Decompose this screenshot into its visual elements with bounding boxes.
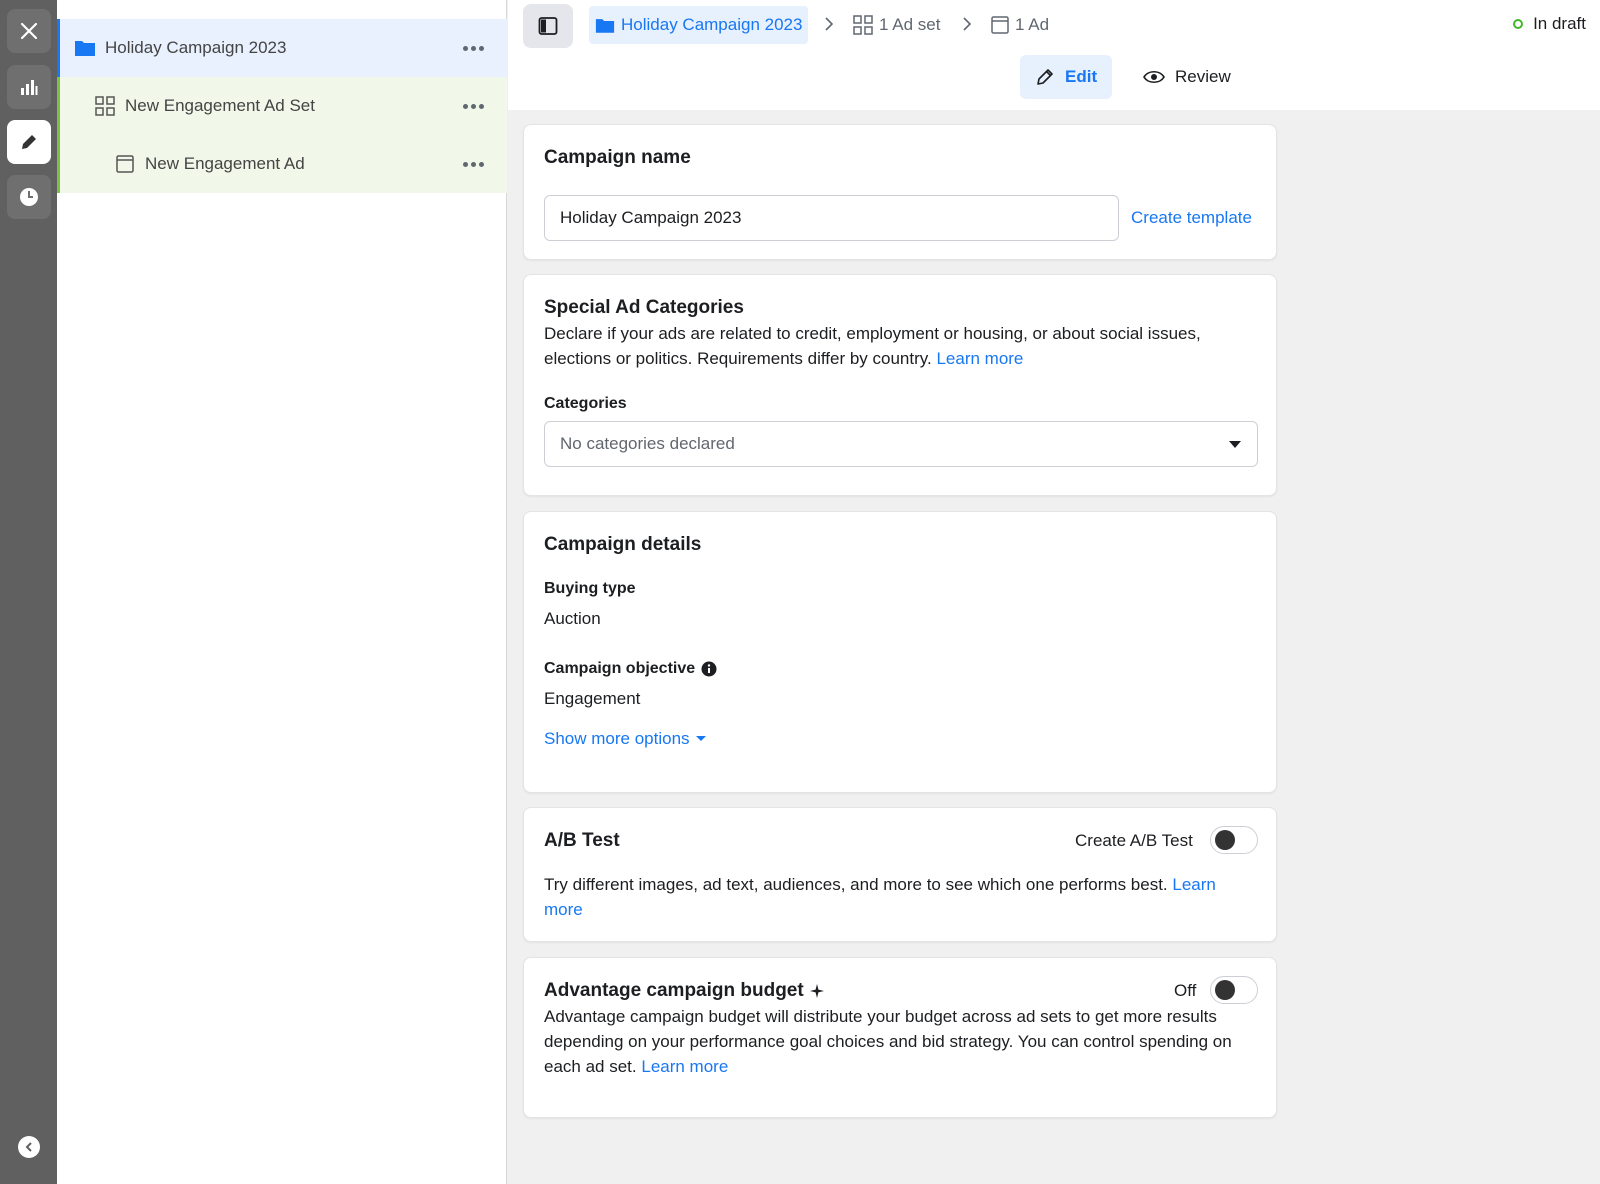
ad-window-icon xyxy=(991,16,1009,34)
buying-type-value: Auction xyxy=(544,609,601,628)
folder-icon xyxy=(74,39,96,57)
status-label: In draft xyxy=(1533,14,1586,33)
sparkle-icon xyxy=(809,984,824,998)
eye-icon xyxy=(1143,70,1165,84)
more-options-icon[interactable] xyxy=(458,154,488,174)
campaign-details-title: Campaign details xyxy=(544,534,702,555)
campaign-name-title: Campaign name xyxy=(544,147,691,168)
pencil-icon xyxy=(22,135,36,149)
more-options-icon[interactable] xyxy=(458,38,488,58)
learn-more-link[interactable]: Learn xyxy=(1172,875,1215,894)
advantage-budget-toggle[interactable] xyxy=(1210,976,1258,1004)
info-icon[interactable] xyxy=(701,661,717,677)
advantage-toggle-label: Off xyxy=(1174,981,1197,1000)
ab-test-description: Try different images, ad text, audiences… xyxy=(544,872,1258,922)
breadcrumb-ad[interactable]: 1 Ad xyxy=(991,6,1049,44)
campaign-objective-label-wrap: Campaign objective xyxy=(544,660,717,678)
breadcrumb-campaign-label: Holiday Campaign 2023 xyxy=(621,15,803,34)
campaign-name-input[interactable]: Holiday Campaign 2023 xyxy=(544,195,1119,241)
bar-chart-icon xyxy=(21,80,38,95)
reporting-button[interactable] xyxy=(7,65,51,109)
more-options-icon[interactable] xyxy=(458,96,488,116)
advantage-desc-line2: depending on your performance goal choic… xyxy=(544,1032,1232,1051)
campaign-details-card: Campaign details Buying type Auction Cam… xyxy=(523,511,1277,793)
pencil-icon xyxy=(1037,69,1053,85)
breadcrumb-adset[interactable]: 1 Ad set xyxy=(853,6,940,44)
tab-review-label: Review xyxy=(1175,67,1231,86)
advantage-title-wrap: Advantage campaign budget xyxy=(544,980,824,1002)
left-rail xyxy=(0,0,57,1184)
campaign-objective-label: Campaign objective xyxy=(544,660,696,677)
tree-item-campaign[interactable]: Holiday Campaign 2023 xyxy=(57,19,507,77)
learn-more-link[interactable]: Learn more xyxy=(641,1057,728,1076)
categories-select[interactable]: No categories declared xyxy=(544,421,1258,467)
tab-edit[interactable]: Edit xyxy=(1020,55,1113,99)
advantage-desc-line1: Advantage campaign budget will distribut… xyxy=(544,1007,1217,1026)
history-button[interactable] xyxy=(7,175,51,219)
show-more-options-label: Show more options xyxy=(544,729,690,748)
campaign-name-value: Holiday Campaign 2023 xyxy=(560,208,742,227)
chevron-left-icon xyxy=(25,1142,32,1152)
breadcrumb-campaign[interactable]: Holiday Campaign 2023 xyxy=(589,6,809,44)
caret-down-icon xyxy=(695,735,706,741)
tree-item-label: New Engagement Ad xyxy=(145,154,305,173)
tab-review[interactable]: Review xyxy=(1128,55,1246,99)
breadcrumb-adset-label: 1 Ad set xyxy=(879,15,941,34)
advantage-budget-title: Advantage campaign budget xyxy=(544,980,804,1001)
create-template-link[interactable]: Create template xyxy=(1131,205,1252,230)
campaign-tree: Holiday Campaign 2023 New Engagement Ad … xyxy=(57,0,507,1184)
ab-test-toggle-label: Create A/B Test xyxy=(1075,831,1193,850)
ab-test-card: A/B Test Create A/B Test Try different i… xyxy=(523,807,1277,942)
chevron-right-icon xyxy=(962,16,972,37)
advantage-desc-line3-wrap: each ad set. Learn more xyxy=(544,1054,1232,1079)
tree-item-ad[interactable]: New Engagement Ad xyxy=(57,135,507,193)
learn-more-link[interactable]: Learn more xyxy=(936,349,1023,368)
special-ad-desc-line1: Declare if your ads are related to credi… xyxy=(544,324,1201,343)
advantage-desc-line3: each ad set. xyxy=(544,1057,637,1076)
folder-icon xyxy=(595,18,615,33)
campaign-objective-value: Engagement xyxy=(544,689,641,708)
caret-down-icon xyxy=(1229,441,1241,448)
advantage-budget-card: Advantage campaign budget Off Advantage … xyxy=(523,957,1277,1118)
ab-test-desc-text: Try different images, ad text, audiences… xyxy=(544,875,1168,894)
status-badge: In draft xyxy=(1513,14,1586,34)
special-ad-desc-line2-wrap: elections or politics. Requirements diff… xyxy=(544,346,1201,371)
learn-more-link-cont[interactable]: more xyxy=(544,900,583,919)
advantage-description: Advantage campaign budget will distribut… xyxy=(544,1004,1232,1079)
grid-icon xyxy=(853,15,873,35)
special-ad-categories-card: Special Ad Categories Declare if your ad… xyxy=(523,274,1277,496)
special-ad-title: Special Ad Categories xyxy=(544,297,744,318)
close-icon xyxy=(20,22,38,40)
categories-label: Categories xyxy=(544,395,627,412)
close-button[interactable] xyxy=(7,9,51,53)
campaign-name-card: Campaign name Holiday Campaign 2023 Crea… xyxy=(523,124,1277,260)
edit-mode-button[interactable] xyxy=(7,120,51,164)
tree-item-label: Holiday Campaign 2023 xyxy=(105,38,287,57)
buying-type-label: Buying type xyxy=(544,580,636,597)
ad-window-icon xyxy=(116,155,134,173)
collapse-rail-button[interactable] xyxy=(18,1136,40,1158)
special-ad-description: Declare if your ads are related to credi… xyxy=(544,321,1201,371)
tree-item-label: New Engagement Ad Set xyxy=(125,96,315,115)
toggle-panel-button[interactable] xyxy=(523,4,573,48)
ab-test-title: A/B Test xyxy=(544,830,620,851)
top-bar: Holiday Campaign 2023 1 Ad set 1 Ad In d… xyxy=(508,0,1600,110)
tree-item-adset[interactable]: New Engagement Ad Set xyxy=(57,77,507,135)
tab-edit-label: Edit xyxy=(1065,67,1098,86)
chevron-right-icon xyxy=(824,16,834,37)
categories-value: No categories declared xyxy=(560,434,735,453)
breadcrumb-ad-label: 1 Ad xyxy=(1015,15,1050,34)
sidebar-toggle-icon xyxy=(538,17,558,35)
status-dot-icon xyxy=(1513,19,1524,29)
ab-test-toggle[interactable] xyxy=(1210,826,1258,854)
clock-icon xyxy=(20,188,38,206)
grid-icon xyxy=(95,96,115,116)
special-ad-desc-line2: elections or politics. Requirements diff… xyxy=(544,349,932,368)
show-more-options-link[interactable]: Show more options xyxy=(544,726,706,751)
